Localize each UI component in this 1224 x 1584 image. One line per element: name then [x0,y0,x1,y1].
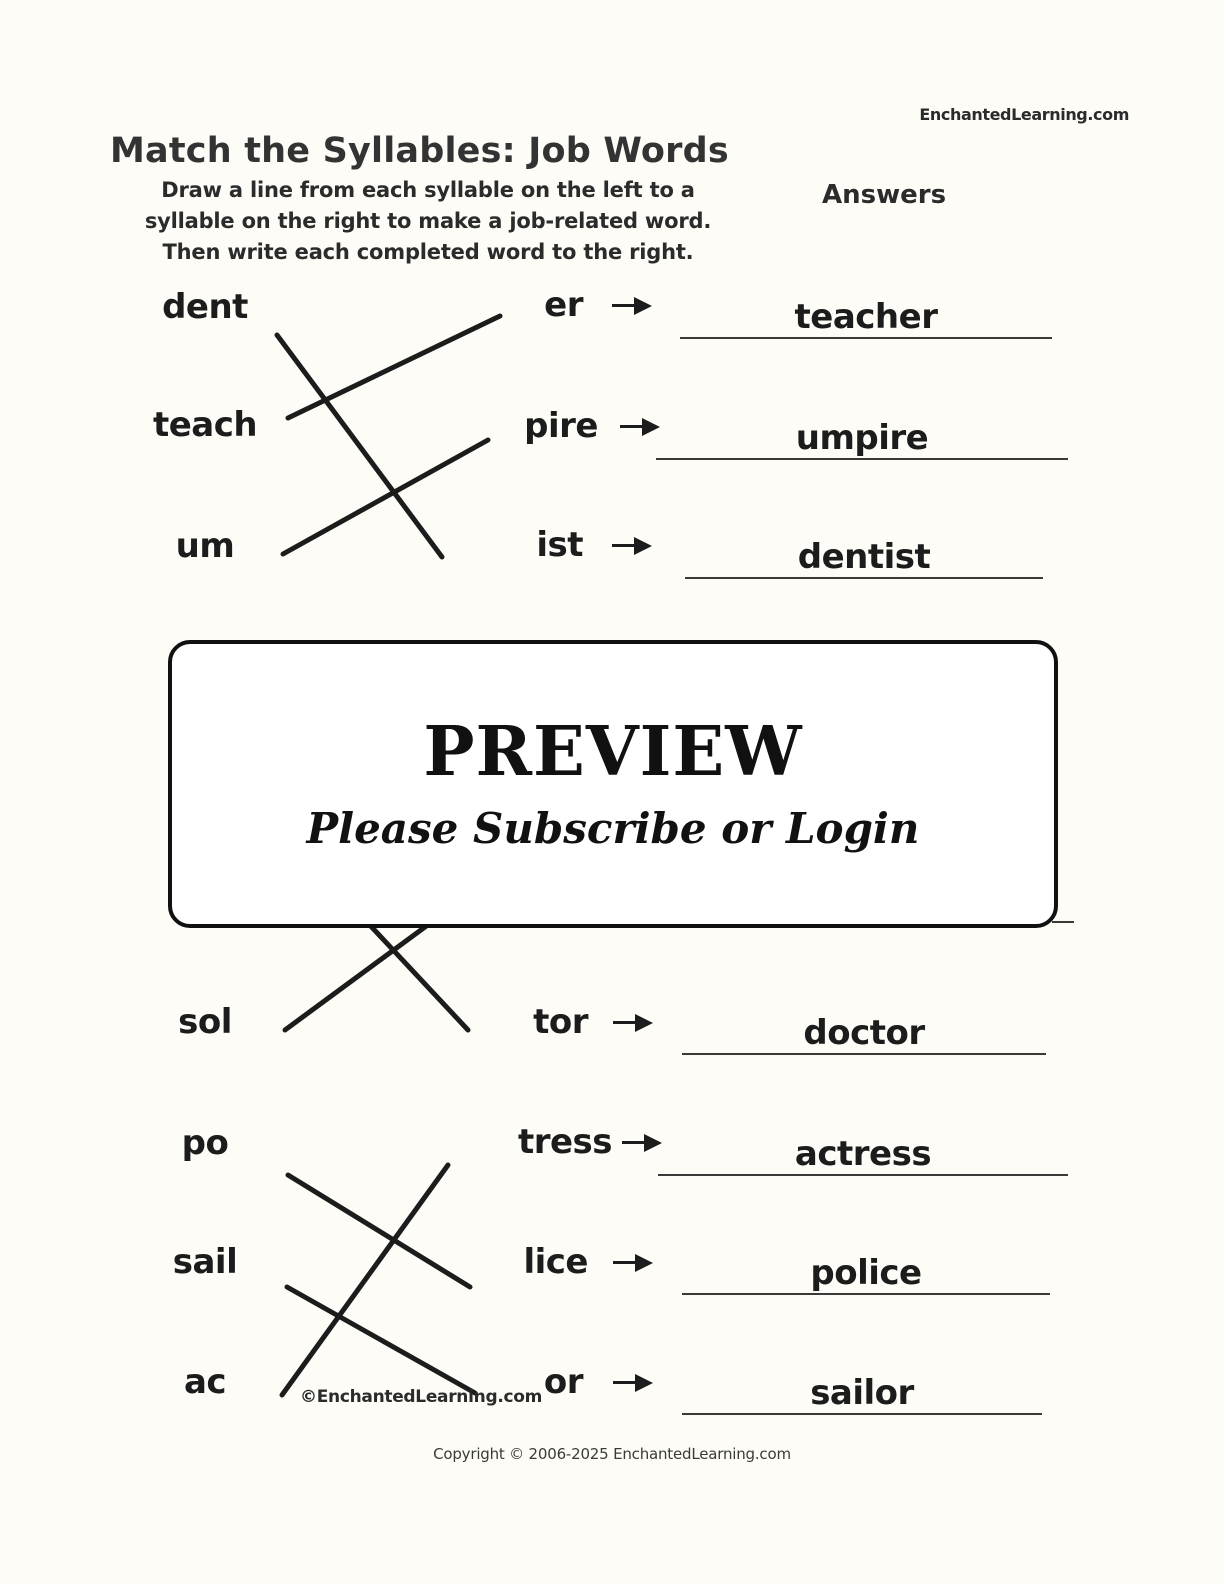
instructions-line-1: Draw a line from each syllable on the le… [161,178,695,202]
site-logo: EnchantedLearning.com [919,105,1129,124]
syllable-right-ist[interactable]: ist [536,525,583,565]
syllable-right-tress[interactable]: tress [518,1122,613,1162]
answer-word-dentist: dentist [797,537,931,577]
answer-blank-hidden-fragment [1052,921,1074,923]
page-title: Match the Syllables: Job Words [110,131,729,172]
preview-overlay: PREVIEW Please Subscribe or Login [168,640,1058,928]
syllable-left-po[interactable]: po [182,1123,229,1163]
answer-word-doctor: doctor [803,1013,925,1053]
answer-word-teacher: teacher [794,297,938,337]
preview-title: PREVIEW [423,712,803,792]
answer-blank-actress[interactable]: actress [658,1130,1068,1176]
answer-word-sailor: sailor [810,1373,914,1413]
copyright-notice: Copyright © 2006-2025 EnchantedLearning.… [433,1445,791,1463]
answer-blank-dentist[interactable]: dentist [685,533,1043,579]
arrow-or-icon [613,1372,657,1394]
syllable-left-sail[interactable]: sail [173,1242,238,1282]
syllable-left-dent[interactable]: dent [162,287,248,327]
match-line-dent-ist [274,332,445,560]
arrow-tor-icon [613,1012,657,1034]
syllable-left-ac[interactable]: ac [184,1362,227,1402]
answer-blank-umpire[interactable]: umpire [656,414,1068,460]
syllable-right-lice[interactable]: lice [523,1242,588,1282]
answer-blank-police[interactable]: police [682,1249,1050,1295]
arrow-er-icon [612,295,656,317]
syllable-right-pire[interactable]: pire [524,406,598,446]
worksheet-page: EnchantedLearning.com Match the Syllable… [0,0,1224,1584]
match-line-po-lice [285,1172,473,1290]
syllable-right-tor[interactable]: tor [533,1002,588,1042]
match-line-um-pire [280,437,491,557]
answer-word-umpire: umpire [795,418,929,458]
syllable-left-um[interactable]: um [176,526,235,566]
syllable-right-er[interactable]: er [544,285,583,325]
answer-blank-sailor[interactable]: sailor [682,1369,1042,1415]
instructions-line-3: Then write each completed word to the ri… [162,240,694,264]
syllable-left-teach[interactable]: teach [153,405,258,445]
answers-column-header: Answers [822,180,947,210]
match-line-ac-tress [279,1162,451,1398]
instructions-text: Draw a line from each syllable on the le… [118,175,738,268]
answer-blank-teacher[interactable]: teacher [680,293,1052,339]
syllable-left-sol[interactable]: sol [178,1002,232,1042]
syllable-right-or[interactable]: or [544,1362,584,1402]
match-line-teach-er [285,313,503,421]
arrow-lice-icon [613,1252,657,1274]
answer-word-actress: actress [794,1134,932,1174]
answer-blank-doctor[interactable]: doctor [682,1009,1046,1055]
preview-subscribe-prompt[interactable]: Please Subscribe or Login [307,808,920,850]
match-line-sail-or [284,1284,478,1396]
watermark: ©EnchantedLearning.com [300,1387,543,1407]
arrow-ist-icon [612,535,656,557]
instructions-line-2: syllable on the right to make a job-rela… [144,209,712,233]
answer-word-police: police [810,1253,922,1293]
